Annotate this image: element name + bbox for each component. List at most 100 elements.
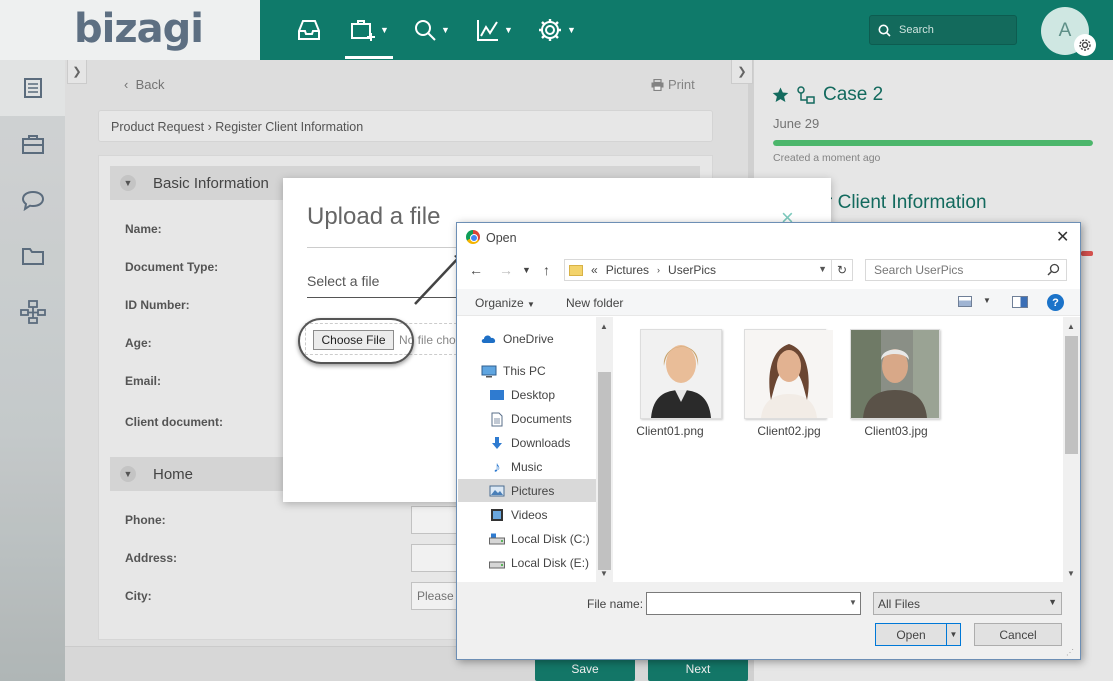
forward-arrow-icon[interactable]: → (499, 262, 513, 278)
upload-modal-title: Upload a file (307, 203, 441, 230)
file-name-input[interactable] (646, 592, 861, 615)
nav-item-label: Pictures (511, 484, 555, 498)
nav-item-pictures[interactable]: Pictures (457, 479, 596, 503)
chevron-down-icon: ▼ (1048, 597, 1057, 607)
help-icon[interactable]: ? (1047, 294, 1064, 311)
disk-icon (489, 532, 505, 546)
scroll-down-icon[interactable]: ▼ (600, 569, 608, 578)
nav-item-local-disk-c[interactable]: Local Disk (C:) (457, 527, 596, 551)
file-name-client02[interactable]: Client02.jpg (739, 424, 839, 438)
back-arrow-icon[interactable]: ← (469, 262, 483, 278)
file-thumbnail-client01[interactable] (640, 329, 722, 419)
cancel-button[interactable]: Cancel (974, 623, 1062, 646)
avatar-settings-badge[interactable] (1074, 34, 1096, 56)
scroll-down-icon[interactable]: ▼ (1067, 569, 1075, 578)
file-name-label: File name: (587, 597, 644, 611)
nav-item-label: Local Disk (E:) (511, 556, 590, 570)
search-icon (1047, 263, 1060, 279)
file-thumbnail-client02[interactable] (744, 329, 833, 419)
dialog-titlebar[interactable] (457, 223, 1080, 253)
file-type-filter-select[interactable]: All Files ▼ (873, 592, 1062, 615)
open-button-label: Open (896, 627, 926, 642)
file-name-client01[interactable]: Client01.png (620, 424, 720, 438)
file-type-filter-value: All Files (878, 597, 921, 611)
new-case-icon (351, 20, 375, 41)
active-nav-indicator (345, 56, 393, 59)
highlight-annotation (298, 318, 414, 364)
scroll-up-icon[interactable]: ▲ (600, 322, 608, 331)
bizagi-logo: bizagi (74, 6, 204, 52)
new-folder-button[interactable]: New folder (566, 296, 623, 310)
nav-pane-scrollbar-thumb[interactable] (598, 372, 611, 570)
folder-icon (569, 264, 583, 276)
global-search-input[interactable]: Search (869, 15, 1017, 45)
nav-item-label: OneDrive (503, 332, 554, 346)
address-part-pictures[interactable]: Pictures (606, 263, 649, 277)
resize-grip-icon[interactable]: ⋰ (1066, 648, 1078, 658)
select-file-label: Select a file (307, 273, 380, 289)
nav-item-videos[interactable]: Videos (457, 503, 596, 527)
close-icon[interactable]: ✕ (1056, 227, 1069, 247)
pictures-icon (489, 484, 505, 498)
address-prefix: « (591, 263, 598, 277)
preview-pane-icon[interactable] (1012, 296, 1028, 308)
portrait-image (745, 330, 833, 418)
avatar-initial: A (1058, 20, 1072, 41)
downloads-icon (489, 436, 505, 450)
up-arrow-icon[interactable]: ↑ (543, 262, 550, 278)
music-icon: ♪ (493, 458, 501, 476)
chevron-down-icon[interactable]: ▼ (818, 264, 827, 274)
nav-item-desktop[interactable]: Desktop (457, 383, 596, 407)
chevron-down-icon: ▼ (504, 25, 513, 35)
open-options-chevron-icon[interactable]: ▼ (946, 624, 960, 645)
disk-icon (489, 556, 505, 570)
recent-locations-chevron-icon[interactable]: ▼ (522, 265, 531, 275)
organize-menu[interactable]: Organize ▼ (475, 296, 535, 310)
refresh-button[interactable]: ↻ (832, 259, 853, 281)
inbox-button[interactable] (296, 14, 322, 46)
gear-icon (1079, 39, 1091, 51)
scroll-up-icon[interactable]: ▲ (1067, 322, 1075, 331)
chevron-down-icon[interactable]: ▼ (983, 296, 991, 305)
address-bar[interactable]: « Pictures › UserPics ▼ (564, 259, 832, 281)
nav-item-downloads[interactable]: Downloads (457, 431, 596, 455)
nav-item-label: Music (511, 460, 543, 474)
nav-item-label: This PC (503, 364, 546, 378)
refresh-icon: ↻ (836, 263, 848, 277)
chevron-down-icon[interactable]: ▼ (849, 598, 857, 607)
nav-item-documents[interactable]: Documents (457, 407, 596, 431)
nav-item-local-disk-e[interactable]: Local Disk (E:) (457, 551, 596, 575)
chevron-right-icon: › (657, 265, 661, 275)
onedrive-icon (481, 332, 497, 346)
change-view-icon[interactable] (958, 296, 972, 307)
file-thumbnail-client03[interactable] (850, 329, 940, 419)
search-icon (415, 20, 436, 41)
new-case-button[interactable]: ▼ (350, 14, 389, 46)
reports-icon (477, 20, 498, 41)
organize-label: Organize (475, 296, 524, 310)
portrait-image (851, 330, 939, 418)
settings-icon (539, 19, 561, 41)
documents-icon (489, 412, 505, 426)
nav-item-music[interactable]: ♪ Music (457, 455, 596, 479)
nav-item-label: Local Disk (C:) (511, 532, 590, 546)
reports-button[interactable]: ▼ (476, 14, 513, 46)
nav-item-onedrive[interactable]: OneDrive (457, 327, 596, 351)
dialog-title: Open (486, 231, 517, 245)
chrome-icon (466, 230, 480, 244)
file-pane-scrollbar-thumb[interactable] (1065, 336, 1078, 454)
videos-icon (489, 508, 505, 522)
nav-item-this-pc[interactable]: This PC (457, 359, 596, 383)
dialog-search-input[interactable]: Search UserPics (865, 259, 1067, 281)
settings-button[interactable]: ▼ (537, 14, 576, 46)
nav-item-label: Desktop (511, 388, 556, 402)
search-placeholder: Search UserPics (874, 263, 964, 277)
search-menu-button[interactable]: ▼ (413, 14, 450, 46)
search-icon (878, 24, 891, 37)
nav-item-label: Videos (511, 508, 548, 522)
chevron-down-icon: ▼ (567, 25, 576, 35)
portrait-image (641, 330, 721, 418)
open-button[interactable]: Open ▼ (875, 623, 961, 646)
address-part-userpics[interactable]: UserPics (668, 263, 716, 277)
file-name-client03[interactable]: Client03.jpg (846, 424, 946, 438)
